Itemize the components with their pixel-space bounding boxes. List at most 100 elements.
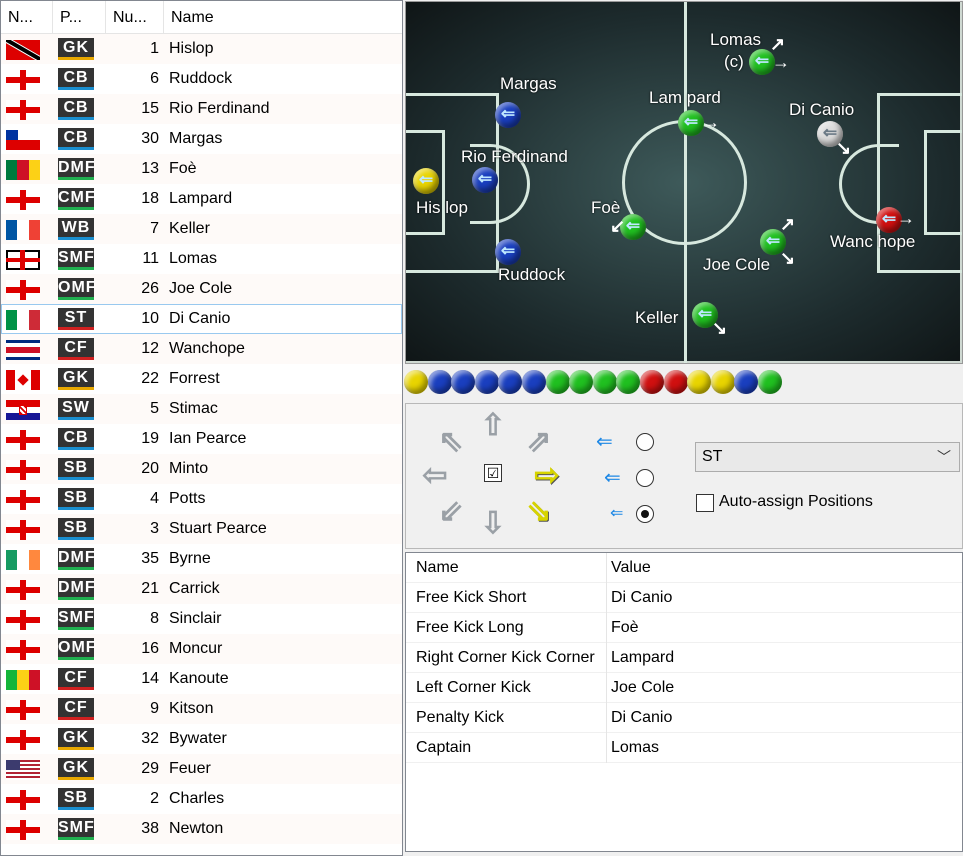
team-color-ball[interactable] [687, 370, 712, 394]
table-row[interactable]: SB 2 Charles [1, 784, 402, 814]
team-color-ball[interactable] [663, 370, 688, 394]
table-row[interactable]: GK 32 Bywater [1, 724, 402, 754]
team-color-ball[interactable] [640, 370, 664, 394]
table-row[interactable]: DMF 35 Byrne [1, 544, 402, 574]
table-row[interactable]: SB 20 Minto [1, 454, 402, 484]
col-header-number[interactable]: Nu... [106, 1, 164, 34]
team-color-ball[interactable] [616, 370, 641, 394]
player-number: 38 [141, 820, 159, 837]
table-row[interactable]: GK 29 Feuer [1, 754, 402, 784]
team-color-ball[interactable] [734, 370, 759, 394]
player-marker-hislop[interactable]: ⇐ [413, 168, 439, 194]
player-number: 2 [150, 790, 159, 807]
property-value[interactable]: Joe Cole [611, 673, 674, 703]
player-marker-margas[interactable]: ⇐ [495, 102, 521, 128]
formation-pitch[interactable]: ⇐ His lop ⇐ Margas ⇐ Rio Ferdinand ⇐ Rud… [405, 1, 963, 364]
run-length-long-radio[interactable] [636, 433, 654, 451]
arrow-up-icon[interactable]: ⇧ [476, 410, 510, 442]
team-color-ball[interactable] [404, 370, 428, 394]
table-row[interactable]: CB 19 Ian Pearce [1, 424, 402, 454]
team-color-ball[interactable] [569, 370, 594, 394]
property-row[interactable]: Captain Lomas [406, 733, 962, 763]
table-row[interactable]: CB 15 Rio Ferdinand [1, 94, 402, 124]
run-length-short-radio[interactable] [636, 505, 654, 523]
arrow-left-icon[interactable]: ⇦ [418, 460, 452, 492]
team-color-ball[interactable] [451, 370, 476, 394]
table-row[interactable]: DMF 21 Carrick [1, 574, 402, 604]
property-row[interactable]: Right Corner Kick Corner Lampard [406, 643, 962, 673]
col-header-position[interactable]: P... [53, 1, 106, 34]
table-row[interactable]: DMF 13 Foè [1, 154, 402, 184]
table-row[interactable]: GK 1 Hislop [1, 34, 402, 64]
auto-assign-checkbox[interactable] [696, 494, 714, 512]
player-number: 32 [141, 730, 159, 747]
table-row[interactable]: CF 9 Kitson [1, 694, 402, 724]
grid-header-name[interactable]: Name [416, 553, 459, 583]
team-color-ball[interactable] [710, 370, 735, 394]
col-header-nationality[interactable]: N... [1, 1, 53, 34]
grid-header-value[interactable]: Value [611, 553, 651, 583]
player-number: 12 [141, 340, 159, 357]
player-marker-rio-ferdinand[interactable]: ⇐ [472, 167, 498, 193]
player-marker-lampard[interactable]: ⇐ [678, 110, 704, 136]
player-name: Foè [169, 160, 197, 177]
column-divider [606, 583, 607, 613]
property-row[interactable]: Free Kick Long Foè [406, 613, 962, 643]
position-badge: CB [58, 68, 94, 90]
table-row[interactable]: SB 3 Stuart Pearce [1, 514, 402, 544]
table-row[interactable]: CB 30 Margas [1, 124, 402, 154]
table-row[interactable]: SMF 11 Lomas [1, 244, 402, 274]
team-color-ball[interactable] [427, 370, 452, 394]
team-color-ball[interactable] [758, 370, 782, 394]
table-row[interactable]: SW 5 Stimac [1, 394, 402, 424]
table-row[interactable]: SMF 8 Sinclair [1, 604, 402, 634]
nationality-flag-icon [6, 580, 40, 600]
position-select[interactable]: ST ﹀ [695, 442, 960, 472]
property-value[interactable]: Lomas [611, 733, 659, 763]
set-piece-grid[interactable]: Name Value Free Kick Short Di Canio Free K… [405, 552, 963, 852]
team-color-ball[interactable] [545, 370, 570, 394]
run-length-medium-radio[interactable] [636, 469, 654, 487]
property-value[interactable]: Di Canio [611, 703, 672, 733]
player-marker-ruddock[interactable]: ⇐ [495, 239, 521, 265]
col-header-name[interactable]: Name [164, 1, 402, 34]
team-color-ball[interactable] [522, 370, 546, 394]
team-color-ball[interactable] [498, 370, 523, 394]
team-color-ball[interactable] [592, 370, 617, 394]
property-value[interactable]: Foè [611, 613, 639, 643]
nationality-flag-icon [6, 70, 40, 90]
table-row[interactable]: CMF 18 Lampard [1, 184, 402, 214]
player-label-lomas: Lomas [710, 30, 762, 49]
player-number: 14 [141, 670, 159, 687]
table-row[interactable]: CF 14 Kanoute [1, 664, 402, 694]
table-row[interactable]: CB 6 Ruddock [1, 64, 402, 94]
player-table[interactable]: N... P... Nu... Name GK 1 Hislop CB 6 Ruddock… [0, 0, 403, 856]
table-row[interactable]: GK 22 Forrest [1, 364, 402, 394]
property-value[interactable]: Di Canio [611, 583, 672, 613]
arrow-up-right-icon[interactable]: ⇗ [522, 426, 556, 458]
table-row[interactable]: SB 4 Potts [1, 484, 402, 514]
arrow-up-left-icon[interactable]: ⇖ [434, 426, 468, 458]
property-value[interactable]: Lampard [611, 643, 674, 673]
arrow-down-right-icon[interactable]: ⇘ [522, 496, 556, 528]
property-row[interactable]: Left Corner Kick Joe Cole [406, 673, 962, 703]
arrow-down-left-icon[interactable]: ⇙ [434, 496, 468, 528]
table-row[interactable]: OMF 26 Joe Cole [1, 274, 402, 304]
table-row[interactable]: WB 7 Keller [1, 214, 402, 244]
player-number: 29 [141, 760, 159, 777]
table-row[interactable]: CF 12 Wanchope [1, 334, 402, 364]
table-row[interactable]: OMF 16 Moncur [1, 634, 402, 664]
player-label-ruddock: Ruddock [498, 265, 566, 284]
arrow-down-icon[interactable]: ⇩ [476, 508, 510, 540]
player-number: 7 [150, 220, 159, 237]
property-row[interactable]: Free Kick Short Di Canio [406, 583, 962, 613]
arrow-right-icon[interactable]: ⇨ [530, 460, 564, 492]
team-color-ball[interactable] [474, 370, 499, 394]
position-select-value: ST [702, 448, 723, 465]
position-badge: CF [58, 698, 94, 720]
position-badge: DMF [58, 578, 95, 600]
table-row[interactable]: SMF 38 Newton [1, 814, 402, 844]
table-row[interactable]: ST 10 Di Canio [1, 304, 402, 334]
property-row[interactable]: Penalty Kick Di Canio [406, 703, 962, 733]
center-checkbox[interactable]: ☑ [484, 464, 502, 482]
